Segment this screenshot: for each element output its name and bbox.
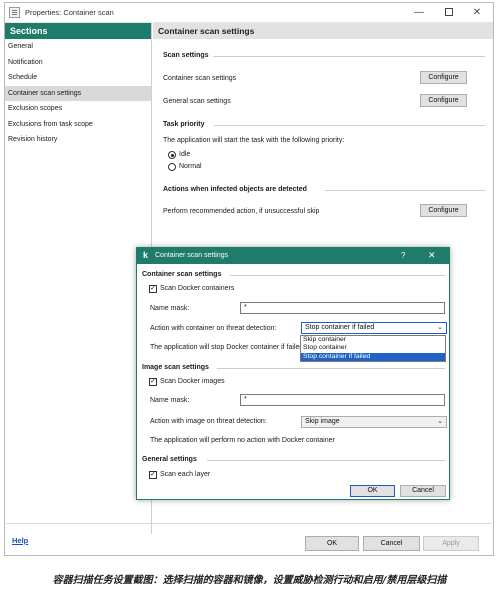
sidebar-item-container-scan-settings[interactable]: Container scan settings <box>5 85 151 101</box>
dropdown-option-stop-container-if-failed[interactable]: Stop container if failed <box>301 352 445 361</box>
image-action-description: The application will perform no action w… <box>150 437 335 444</box>
maximize-icon <box>445 8 453 16</box>
dropdown-option-stop-container[interactable]: Stop container <box>301 344 445 352</box>
help-icon[interactable]: ? <box>401 251 405 260</box>
scan-each-layer-label: Scan each layer <box>160 471 211 478</box>
configure-actions-button[interactable]: Configure <box>420 204 467 217</box>
container-name-mask-input[interactable]: * <box>240 302 445 314</box>
section-divider <box>230 275 445 276</box>
general-section-title: General settings <box>142 456 197 463</box>
scan-each-layer-checkbox[interactable]: ✓ <box>149 471 157 479</box>
cancel-button[interactable]: Cancel <box>363 536 420 551</box>
sidebar-item-exclusion-scopes[interactable]: Exclusion scopes <box>5 101 151 117</box>
close-window-button[interactable]: ✕ <box>465 5 489 21</box>
task-priority-title: Task priority <box>163 121 205 128</box>
dialog-ok-button[interactable]: OK <box>350 485 395 497</box>
dialog-cancel-button[interactable]: Cancel <box>400 485 446 497</box>
window-titlebar: Properties: Container scan — ✕ <box>5 3 493 23</box>
dialog-titlebar: k Container scan settings ? ✕ <box>137 248 449 264</box>
help-link[interactable]: Help <box>12 536 28 545</box>
sidebar-item-revision-history[interactable]: Revision history <box>5 132 151 148</box>
priority-normal-radio[interactable] <box>168 163 176 171</box>
sidebar-item-notification[interactable]: Notification <box>5 55 151 71</box>
configure-container-button[interactable]: Configure <box>420 71 467 84</box>
dropdown-option-skip-container[interactable]: Skip container <box>301 336 445 344</box>
chevron-down-icon: ⌄ <box>437 324 443 331</box>
priority-idle-label: Idle <box>179 151 191 158</box>
container-action-description: The application will stop Docker contain… <box>150 344 304 351</box>
section-divider <box>217 368 445 369</box>
general-scan-settings-label: General scan settings <box>163 98 231 105</box>
actions-title: Actions when infected objects are detect… <box>163 186 307 193</box>
section-divider <box>325 190 485 191</box>
container-action-dropdown-list: Skip container Stop container Stop conta… <box>300 335 446 362</box>
ok-button[interactable]: OK <box>305 536 359 551</box>
actions-description: Perform recommended action, if unsuccess… <box>163 208 320 215</box>
maximize-button[interactable] <box>437 5 461 21</box>
window-title: Properties: Container scan <box>25 8 114 17</box>
container-scan-settings-dialog: k Container scan settings ? ✕ Container … <box>136 247 450 500</box>
container-action-select[interactable]: Stop container if failed ⌄ <box>301 322 447 334</box>
app-icon <box>9 7 20 18</box>
image-name-mask-input[interactable]: * <box>240 394 445 406</box>
apply-button[interactable]: Apply <box>423 536 479 551</box>
scan-containers-checkbox[interactable]: ✓ <box>149 285 157 293</box>
footer-divider <box>6 523 492 524</box>
scan-containers-label: Scan Docker containers <box>160 285 235 292</box>
figure-caption: 容器扫描任务设置截图：选择扫描的容器和镜像，设置威胁检测行动和启用/禁用层级扫描 <box>52 575 447 586</box>
scan-settings-title: Scan settings <box>163 52 209 59</box>
image-section-title: Image scan settings <box>142 364 209 371</box>
content-header: Container scan settings <box>153 23 493 39</box>
priority-idle-radio[interactable] <box>168 151 176 159</box>
configure-general-button[interactable]: Configure <box>420 94 467 107</box>
chevron-down-icon: ⌄ <box>437 418 443 425</box>
container-section-title: Container scan settings <box>142 271 222 278</box>
sections-header: Sections <box>5 23 151 39</box>
minimize-button[interactable]: — <box>407 5 431 21</box>
section-divider <box>214 125 485 126</box>
image-name-mask-label: Name mask: <box>150 397 190 404</box>
container-name-mask-label: Name mask: <box>150 305 190 312</box>
container-action-value: Stop container if failed <box>305 324 375 331</box>
container-scan-settings-label: Container scan settings <box>163 75 237 82</box>
scan-images-checkbox[interactable]: ✓ <box>149 378 157 386</box>
section-divider <box>207 460 445 461</box>
container-action-label: Action with container on threat detectio… <box>150 325 277 332</box>
image-action-value: Skip image <box>305 418 340 425</box>
sections-sidebar: Sections General Notification Schedule C… <box>5 23 152 534</box>
task-priority-description: The application will start the task with… <box>163 137 345 144</box>
kaspersky-logo-icon: k <box>143 250 149 260</box>
scan-images-label: Scan Docker images <box>160 378 225 385</box>
sidebar-item-schedule[interactable]: Schedule <box>5 70 151 86</box>
sidebar-item-general[interactable]: General <box>5 39 151 55</box>
section-divider <box>213 56 485 57</box>
dialog-close-icon[interactable]: ✕ <box>428 250 436 261</box>
priority-normal-label: Normal <box>179 163 202 170</box>
image-action-label: Action with image on threat detection: <box>150 418 267 425</box>
dialog-title: Container scan settings <box>155 252 229 259</box>
sidebar-item-exclusions-from-task-scope[interactable]: Exclusions from task scope <box>5 117 151 133</box>
image-action-select[interactable]: Skip image ⌄ <box>301 416 447 428</box>
